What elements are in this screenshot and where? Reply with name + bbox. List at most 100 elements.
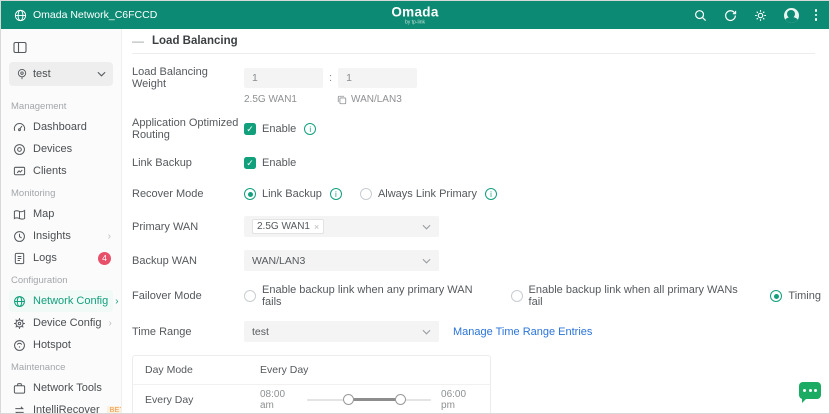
aor-enable-label: Enable	[262, 123, 296, 135]
sidebar: test Management Dashboard Devices	[1, 29, 122, 413]
row-failover-mode: Failover Mode Enable backup link when an…	[132, 284, 829, 308]
tag-remove-icon[interactable]: ×	[314, 222, 319, 232]
site-selector[interactable]: test	[9, 62, 113, 86]
row-time-range: Time Range test Manage Time Range Entrie…	[132, 321, 829, 342]
devices-icon	[13, 143, 26, 156]
refresh-icon[interactable]	[724, 8, 738, 22]
failover-all-wans-radio[interactable]	[511, 290, 523, 302]
chevron-down-icon	[422, 224, 431, 230]
backup-wan-value: WAN/LAN3	[252, 255, 305, 267]
recover-mode-label: Recover Mode	[132, 188, 244, 200]
beta-badge: BETA	[107, 406, 122, 414]
everyday-label: Every Day	[145, 394, 260, 406]
info-icon[interactable]: i	[485, 188, 497, 200]
network-tools-icon	[13, 382, 26, 395]
sidebar-item-clients[interactable]: Clients	[9, 160, 113, 182]
backup-wan-select[interactable]: WAN/LAN3	[244, 250, 439, 271]
primary-wan-select[interactable]: 2.5G WAN1 ×	[244, 216, 439, 237]
site-name: test	[33, 68, 92, 80]
info-icon[interactable]: i	[330, 188, 342, 200]
failover-any-wan-label: Enable backup link when any primary WAN …	[262, 284, 493, 308]
logs-count-badge: 4	[98, 252, 111, 265]
chevron-right-icon: ›	[108, 231, 111, 242]
hotspot-icon	[13, 339, 26, 352]
link-backup-enable-checkbox[interactable]: ✓	[244, 157, 256, 169]
load-balancing-panel: — Load Balancing Load Balancing Weight :…	[122, 29, 829, 413]
aor-label: Application Optimized Routing	[132, 117, 244, 141]
sidebar-item-dashboard[interactable]: Dashboard	[9, 116, 113, 138]
primary-wan-tag: 2.5G WAN1 ×	[252, 219, 324, 234]
recover-link-backup-label: Link Backup	[262, 188, 322, 200]
slider-end-handle[interactable]	[395, 394, 406, 405]
copy-icon	[337, 95, 347, 105]
aor-enable-checkbox[interactable]: ✓	[244, 123, 256, 135]
section-label-management: Management	[9, 95, 113, 116]
device-config-gear-icon	[13, 317, 26, 330]
recover-always-link-primary-radio[interactable]	[360, 188, 372, 200]
slider-range	[348, 398, 400, 401]
section-label-monitoring: Monitoring	[9, 182, 113, 203]
section-label-maintenance: Maintenance	[9, 356, 113, 377]
sidebar-item-network-tools[interactable]: Network Tools	[9, 377, 113, 399]
wan1-label: 2.5G WAN1	[244, 94, 337, 105]
weight-sub-labels: 2.5G WAN1 WAN/LAN3	[132, 94, 829, 105]
backup-wan-label: Backup WAN	[132, 255, 244, 267]
chat-support-icon[interactable]	[799, 382, 821, 399]
wan2-label: WAN/LAN3	[351, 94, 402, 105]
sidebar-item-logs[interactable]: Logs 4	[9, 247, 113, 269]
network-selector[interactable]: Omada Network_C6FCCD	[13, 8, 157, 22]
globe-icon	[13, 8, 27, 22]
failover-timing-radio[interactable]	[770, 290, 782, 302]
weight-separator: :	[329, 72, 332, 84]
time-range-value: test	[252, 326, 269, 338]
failover-all-wans-label: Enable backup link when all primary WANs…	[529, 284, 753, 308]
map-icon	[13, 208, 26, 221]
failover-timing-label: Timing	[788, 290, 821, 302]
slider-start-handle[interactable]	[343, 394, 354, 405]
sidebar-item-intellirecover[interactable]: IntelliRecover BETA	[9, 399, 113, 413]
sidebar-item-hotspot[interactable]: Hotspot	[9, 334, 113, 356]
day-mode-label: Day Mode	[145, 364, 260, 376]
chevron-down-icon	[422, 329, 431, 335]
user-avatar[interactable]	[784, 8, 799, 23]
weight-input-wan1[interactable]	[244, 68, 323, 88]
sidebar-item-insights[interactable]: Insights ›	[9, 225, 113, 247]
weight-input-wan2[interactable]	[338, 68, 417, 88]
more-menu-icon[interactable]	[815, 9, 818, 21]
sidebar-item-device-config[interactable]: Device Config ›	[9, 312, 113, 334]
network-config-globe-icon	[13, 295, 26, 308]
schedule-table: Day Mode Every Day Every Day 08:00 am	[132, 355, 491, 413]
row-backup-wan: Backup WAN WAN/LAN3	[132, 250, 829, 271]
chevron-down-icon	[97, 71, 106, 77]
section-header: — Load Balancing	[132, 35, 815, 54]
sidebar-item-map[interactable]: Map	[9, 203, 113, 225]
time-range-slider	[307, 394, 431, 406]
settings-sun-icon[interactable]	[754, 8, 768, 22]
chevron-right-icon: ›	[108, 318, 111, 329]
start-time: 08:00 am	[260, 389, 297, 411]
manage-time-range-link[interactable]: Manage Time Range Entries	[453, 326, 592, 338]
clients-icon	[13, 165, 26, 178]
primary-wan-label: Primary WAN	[132, 221, 244, 233]
info-icon[interactable]: i	[304, 123, 316, 135]
sidebar-item-devices[interactable]: Devices	[9, 138, 113, 160]
time-range-label: Time Range	[132, 326, 244, 338]
collapse-section-icon[interactable]: —	[132, 35, 144, 47]
search-icon[interactable]	[694, 8, 708, 22]
row-recover-mode: Recover Mode Link Backup i Always Link P…	[132, 185, 829, 203]
row-application-optimized-routing: Application Optimized Routing ✓ Enable i	[132, 117, 829, 141]
end-time: 06:00 pm	[441, 389, 478, 411]
section-label-configuration: Configuration	[9, 269, 113, 290]
time-range-select[interactable]: test	[244, 321, 439, 342]
recover-link-backup-radio[interactable]	[244, 188, 256, 200]
logs-icon	[13, 252, 26, 265]
row-primary-wan: Primary WAN 2.5G WAN1 ×	[132, 216, 829, 237]
failover-any-wan-radio[interactable]	[244, 290, 256, 302]
intellirecover-arrows-icon	[13, 404, 26, 414]
schedule-header-row: Day Mode Every Day	[133, 356, 490, 385]
schedule-everyday-row: Every Day 08:00 am 06:00 pm	[133, 385, 490, 413]
sidebar-collapse-icon[interactable]	[9, 37, 29, 62]
section-title: Load Balancing	[152, 35, 238, 47]
sidebar-item-network-config[interactable]: Network Config ›	[9, 290, 113, 312]
chevron-down-icon	[422, 258, 431, 264]
